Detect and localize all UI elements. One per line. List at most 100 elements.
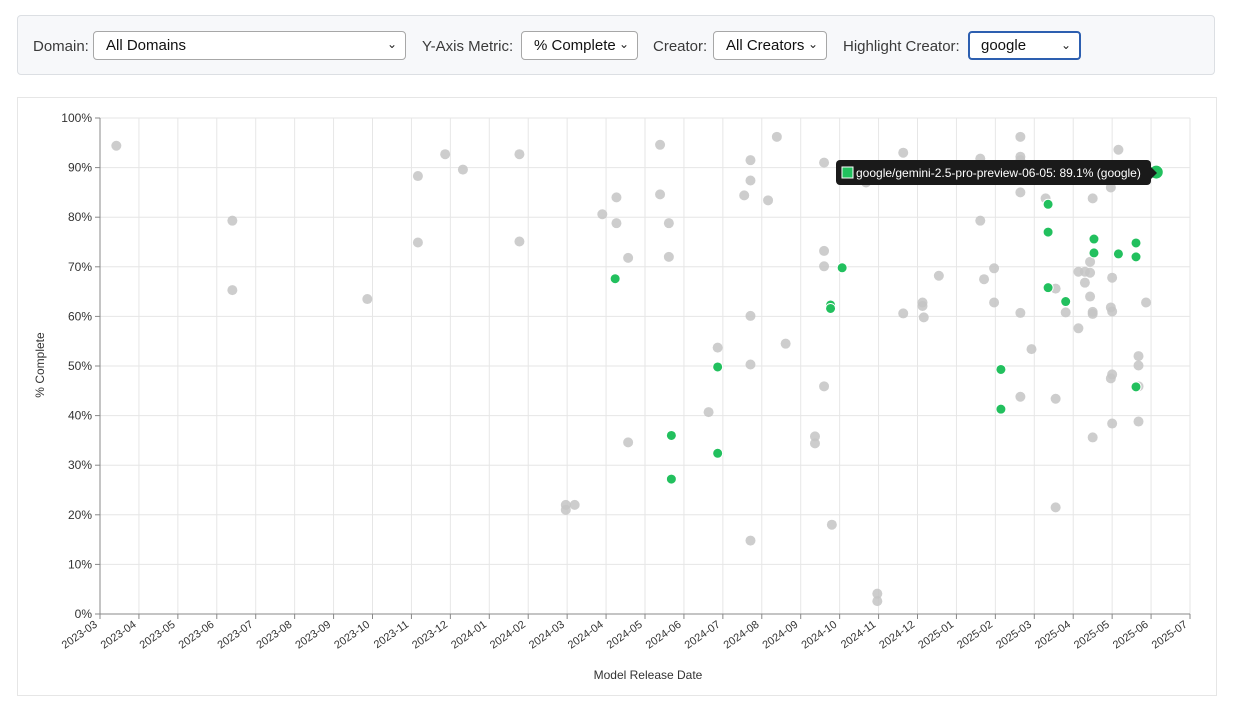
data-point[interactable] [1087, 432, 1098, 443]
highlighted-data-point[interactable] [836, 262, 848, 274]
highlight-select[interactable]: google ⌄ [968, 31, 1081, 60]
data-point[interactable] [362, 294, 373, 305]
highlighted-data-point[interactable] [1042, 226, 1054, 238]
data-point[interactable] [872, 596, 883, 607]
data-point[interactable] [745, 155, 756, 166]
x-tick-label: 2023-04 [99, 619, 139, 652]
highlighted-data-point[interactable] [825, 302, 837, 314]
data-point[interactable] [227, 215, 238, 226]
data-point[interactable] [918, 312, 929, 323]
highlighted-data-point[interactable] [1042, 198, 1054, 210]
data-point[interactable] [933, 270, 944, 281]
highlighted-data-point[interactable] [1130, 381, 1142, 393]
data-point[interactable] [569, 499, 580, 510]
data-point[interactable] [663, 251, 674, 262]
highlighted-data-point[interactable] [1060, 296, 1072, 308]
highlighted-data-point[interactable] [665, 429, 677, 441]
data-point[interactable] [745, 535, 756, 546]
data-point[interactable] [1107, 272, 1118, 283]
data-point[interactable] [809, 438, 820, 449]
data-point[interactable] [655, 139, 666, 150]
highlighted-data-point[interactable] [1088, 233, 1100, 245]
data-point[interactable] [412, 171, 423, 182]
domain-select[interactable]: All Domains ⌄ [93, 31, 406, 60]
x-tick-label: 2024-09 [760, 619, 800, 652]
data-point[interactable] [1015, 187, 1026, 198]
data-point[interactable] [712, 342, 723, 353]
highlighted-data-point[interactable] [712, 447, 724, 459]
data-point[interactable] [745, 310, 756, 321]
data-point[interactable] [1015, 391, 1026, 402]
data-point[interactable] [412, 237, 423, 248]
data-point[interactable] [1087, 193, 1098, 204]
data-point[interactable] [771, 131, 782, 142]
data-point[interactable] [1079, 277, 1090, 288]
data-point[interactable] [763, 195, 774, 206]
highlighted-data-point[interactable] [712, 361, 724, 373]
data-point[interactable] [1113, 144, 1124, 155]
data-point[interactable] [623, 437, 634, 448]
data-point[interactable] [1141, 297, 1152, 308]
data-point[interactable] [1060, 307, 1071, 318]
data-point[interactable] [1026, 344, 1037, 355]
data-point[interactable] [703, 407, 714, 418]
data-point[interactable] [514, 149, 525, 160]
data-point[interactable] [826, 519, 837, 530]
y-axis-title: % Complete [33, 332, 47, 398]
data-point[interactable] [655, 189, 666, 200]
metric-select[interactable]: % Complete ⌄ [521, 31, 638, 60]
data-point[interactable] [1015, 131, 1026, 142]
highlighted-data-point[interactable] [609, 273, 621, 285]
highlighted-data-point[interactable] [995, 403, 1007, 415]
creator-select[interactable]: All Creators ⌄ [713, 31, 827, 60]
data-point[interactable] [1107, 418, 1118, 429]
data-point[interactable] [898, 147, 909, 158]
data-point[interactable] [611, 192, 622, 203]
highlighted-data-point[interactable] [995, 363, 1007, 375]
data-point[interactable] [745, 359, 756, 370]
data-point[interactable] [819, 261, 830, 272]
data-point[interactable] [440, 149, 451, 160]
highlighted-data-point[interactable] [1112, 248, 1124, 260]
data-point[interactable] [111, 140, 122, 151]
data-point[interactable] [780, 338, 791, 349]
data-point[interactable] [898, 308, 909, 319]
data-point[interactable] [917, 300, 928, 311]
data-point[interactable] [1107, 369, 1118, 380]
data-point[interactable] [1133, 416, 1144, 427]
data-point[interactable] [623, 252, 634, 263]
data-point[interactable] [819, 381, 830, 392]
highlighted-data-point[interactable] [1130, 251, 1142, 263]
data-point[interactable] [819, 245, 830, 256]
data-point[interactable] [819, 157, 830, 168]
data-point[interactable] [989, 297, 1000, 308]
data-point[interactable] [597, 209, 608, 220]
highlighted-data-point[interactable] [1130, 237, 1142, 249]
highlighted-data-point[interactable] [1088, 247, 1100, 259]
data-point[interactable] [560, 504, 571, 515]
data-point[interactable] [979, 274, 990, 285]
highlighted-data-point[interactable] [1042, 282, 1054, 294]
data-point[interactable] [1073, 323, 1084, 334]
domain-label: Domain: [33, 38, 89, 55]
data-point[interactable] [1085, 291, 1096, 302]
data-point[interactable] [1085, 267, 1096, 278]
data-point[interactable] [1050, 502, 1061, 513]
data-point[interactable] [739, 190, 750, 201]
data-point[interactable] [457, 164, 468, 175]
data-point[interactable] [975, 215, 986, 226]
data-point[interactable] [1050, 393, 1061, 404]
data-point[interactable] [514, 236, 525, 247]
data-point[interactable] [989, 263, 1000, 274]
data-point[interactable] [611, 218, 622, 229]
data-point[interactable] [663, 218, 674, 229]
data-point[interactable] [745, 175, 756, 186]
data-point[interactable] [1133, 360, 1144, 371]
y-tick-label: 40% [68, 409, 92, 423]
highlighted-data-point[interactable] [665, 473, 677, 485]
data-point[interactable] [227, 285, 238, 296]
data-point[interactable] [1015, 307, 1026, 318]
data-point[interactable] [1087, 308, 1098, 319]
data-point[interactable] [1107, 306, 1118, 317]
data-point[interactable] [1133, 351, 1144, 362]
